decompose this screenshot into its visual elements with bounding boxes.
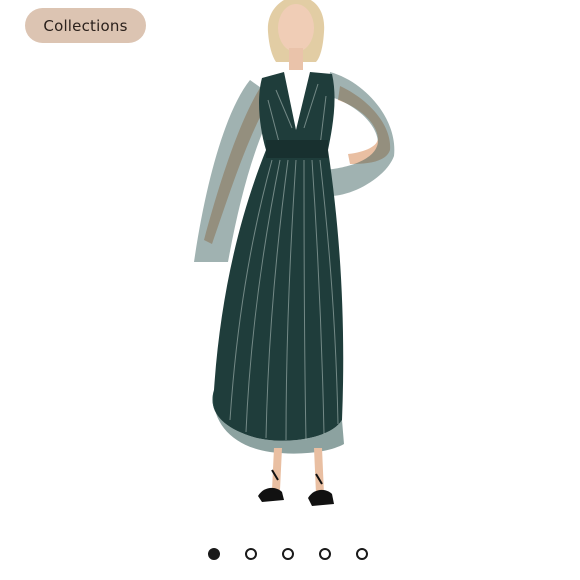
slide-indicator [208,548,368,560]
slide-dot-1[interactable] [208,548,220,560]
product-photo [194,0,395,506]
slide-dot-2[interactable] [245,548,257,560]
dress-waist [266,140,328,158]
slide-dot-4[interactable] [319,548,331,560]
model-face [278,4,314,52]
dress-right-sleeve [324,72,395,197]
model-left-sandal [258,487,284,502]
product-image-viewer: Collections [0,0,580,580]
model-right-sandal [308,489,334,506]
slide-dot-5[interactable] [356,548,368,560]
slide-dot-3[interactable] [282,548,294,560]
model-neck [289,48,303,70]
model-legs [272,448,324,494]
collections-button[interactable]: Collections [25,8,146,43]
